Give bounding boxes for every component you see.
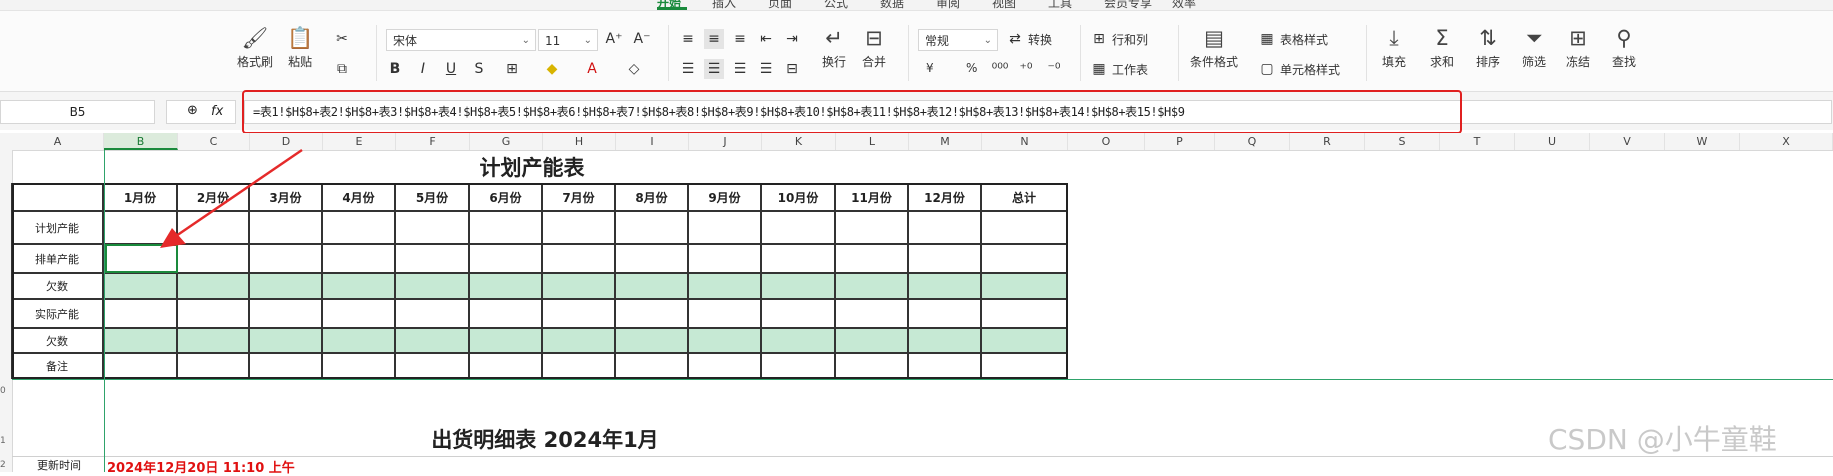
watermark: CSDN @小牛童鞋: [1548, 423, 1777, 456]
annotation-arrow: [160, 148, 303, 248]
